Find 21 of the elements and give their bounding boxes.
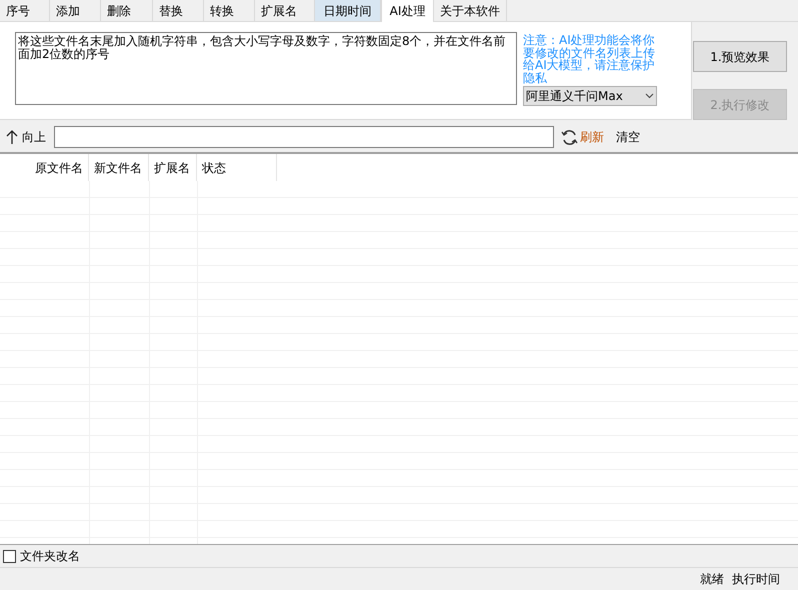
refresh-icon [561, 128, 578, 146]
column-header[interactable]: 新文件名 [89, 154, 149, 181]
refresh-button[interactable]: 刷新 [561, 128, 604, 146]
privacy-notice: 注意：AI处理功能会将你要修改的文件名列表上传给AI大模型，请注意保护隐私 [523, 34, 656, 84]
action-button[interactable]: 1.预览效果 [693, 41, 787, 72]
status-text: 就绪 [700, 571, 724, 588]
clear-button[interactable]: 清空 [616, 128, 640, 146]
path-field[interactable] [54, 126, 554, 148]
column-header[interactable]: 状态 [197, 154, 277, 181]
arrow-up-icon [6, 129, 18, 145]
tab[interactable]: 日期时间 [315, 0, 381, 21]
column-header[interactable]: 原文件名 [0, 154, 89, 181]
status-text: 执行时间 [732, 571, 780, 588]
model-dropdown[interactable]: 阿里通义千问Max [523, 86, 657, 106]
prompt-field[interactable]: 将这些文件名末尾加入随机字符串，包含大小写字母及数字，字符数固定8个，并在文件名前面加2位数的序号 [15, 32, 517, 105]
column-header[interactable]: 扩展名 [149, 154, 197, 181]
folder-rename-checkbox[interactable]: 文件夹改名 [3, 547, 80, 565]
chevron-down-icon [645, 93, 654, 99]
tab[interactable]: AI处理 [381, 0, 434, 22]
up-button[interactable]: 向上 [6, 125, 50, 149]
checkbox[interactable] [3, 550, 16, 562]
